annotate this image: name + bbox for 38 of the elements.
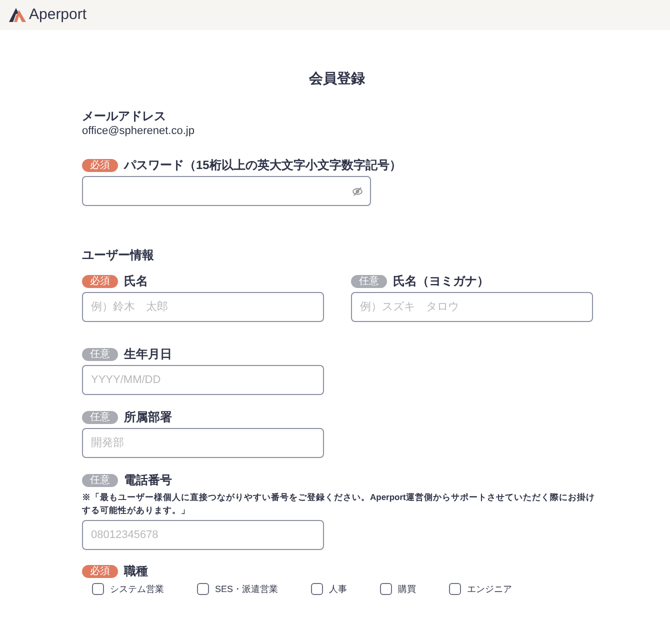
logo-icon [9,8,27,22]
eye-off-icon[interactable] [352,186,363,196]
password-field[interactable] [82,176,371,206]
requirement-badge: 任意 [82,411,118,424]
field-label: 氏名（ヨミガナ） [393,274,489,289]
field-label: 生年月日 [124,347,172,362]
job-checkbox[interactable]: 人事 [311,583,348,595]
checkbox[interactable] [380,583,392,595]
text-field[interactable]: 08012345678 [82,520,324,550]
field-label: 所属部署 [124,410,172,425]
logo-text: Aperport [29,4,87,25]
text-field[interactable]: 開発部 [82,428,324,458]
field-note: ※「最もユーザー様個人に直接つながりやすい番号をご登録ください。Aperport運営側からサポートさせていただく際にお掛けする可能性があります。」 [82,491,596,517]
field-label: 氏名 [124,274,148,289]
text-field[interactable]: 例）スズキ タロウ [351,292,593,322]
job-checkbox[interactable]: システム営業 [92,583,164,595]
field-label: 職種 [124,564,148,579]
page-title: 会員登録 [308,69,366,87]
checkbox[interactable] [449,583,462,595]
requirement-badge: 任意 [82,348,118,361]
field-label: メールアドレス [82,109,166,124]
text-field[interactable]: 例）鈴木 太郎 [82,292,324,322]
checkbox[interactable] [92,583,104,595]
checkbox[interactable] [311,583,324,595]
checkbox[interactable] [197,583,209,595]
text-field[interactable]: YYYY/MM/DD [82,365,324,395]
requirement-badge: 必須 [82,159,118,172]
email-value: office@spherenet.co.jp [82,124,194,138]
requirement-badge: 必須 [82,565,118,578]
requirement-badge: 必須 [82,275,118,288]
job-checkbox[interactable]: エンジニア [449,583,512,595]
field-label: パスワード（15桁以上の英大文字小文字数字記号） [124,158,402,173]
requirement-badge: 任意 [351,275,387,288]
requirement-badge: 任意 [82,474,118,487]
job-checkbox[interactable]: 購買 [380,583,416,595]
field-label: 電話番号 [124,473,172,488]
section-heading: ユーザー情報 [82,248,155,263]
job-checkbox[interactable]: SES・派遣営業 [197,583,278,595]
